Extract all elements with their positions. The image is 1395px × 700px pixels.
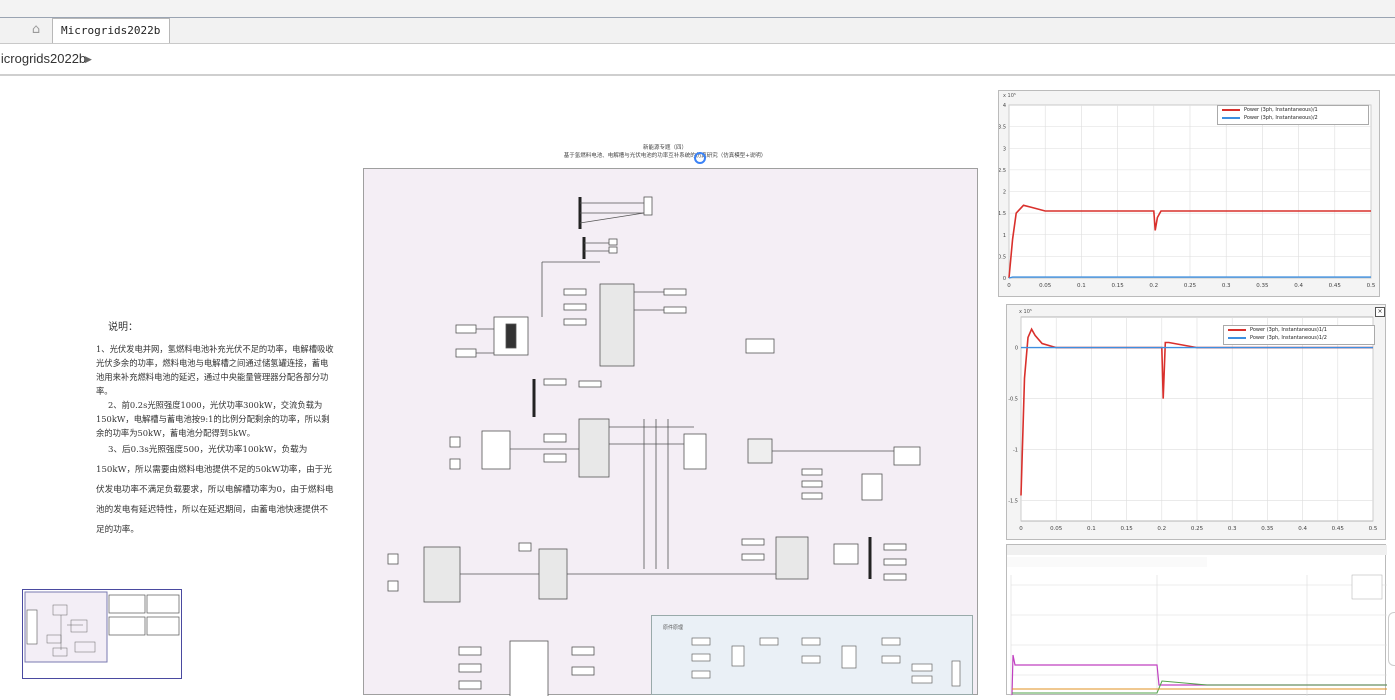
breadcrumb-arrow-icon[interactable]: ▶	[85, 44, 92, 74]
plot1-y-tick-label: 0.5	[999, 254, 1006, 260]
plot2-legend: Power (3ph, Instantaneous)1/1 Power (3ph…	[1223, 325, 1375, 345]
description-paragraph-2: 2、前0.2s光照强度1000，光伏功率300kW，交流负载为150kW，电解槽…	[96, 400, 330, 438]
plot2-y-tick-label: -1	[1013, 448, 1018, 454]
plot1-x-tick-label: 0.3	[1222, 283, 1231, 289]
plot1-y-tick-label: 0	[1003, 276, 1006, 282]
plot1-y-tick-label: 2.5	[999, 168, 1006, 174]
side-scroll-handle[interactable]	[1388, 612, 1395, 666]
subsystem-diagram	[691, 637, 961, 687]
plot2-exponent: x 10⁵	[1019, 309, 1032, 315]
description-text: 1、光伏发电并网，氢燃料电池补充光伏不足的功率，电解槽吸收光伏多余的功率，燃料电…	[96, 342, 336, 540]
plot2-legend-label-1: Power (3ph, Instantaneous)1/1	[1250, 327, 1327, 333]
plot2-x-tick-label: 0.05	[1050, 526, 1063, 532]
plot2-legend-line-2	[1228, 336, 1246, 339]
plot2-x-tick-label: 0	[1019, 526, 1023, 532]
plot1-legend-line-1	[1222, 108, 1240, 111]
cursor-highlight-icon	[694, 152, 706, 164]
scope-plot-1[interactable]: 0 0.05 0.1 0.15 0.2 0.25 0.3 0.35 0.4 0.45 0.5 4 3.5…	[998, 90, 1380, 297]
plot1-exponent: x 10⁵	[1003, 93, 1016, 99]
subsystem-title: 原件原理	[663, 625, 684, 631]
description-paragraph-3: 3、后0.3s光照强度500，光伏功率100kW，负载为150kW，所以需要由燃…	[96, 445, 334, 535]
plot1-x-tick-label: 0.35	[1256, 283, 1269, 289]
description-title: 说明：	[108, 322, 138, 333]
subsystem-panel[interactable]	[651, 615, 973, 695]
plot2-legend-entry-2: Power (3ph, Instantaneous)1/2	[1224, 334, 1374, 342]
plot1-x-tick-label: 0.2	[1149, 283, 1158, 289]
plot1-x-tick-label: 0.4	[1294, 283, 1303, 289]
plot1-y-tick-label: 1	[1003, 233, 1006, 239]
plot2-x-tick-label: 0.3	[1228, 526, 1237, 532]
model-thumbnail[interactable]	[22, 589, 182, 679]
plot1-x-tick-label: 0.25	[1184, 283, 1197, 289]
plot2-x-tick-label: 0.15	[1120, 526, 1133, 532]
plot1-y-tick-label: 2	[1003, 190, 1006, 196]
plot1-x-tick-label: 0.05	[1039, 283, 1052, 289]
model-title-line-2: 基于氢燃料电池、电解槽与光伏电池的功率互补系统的仿真研究（仿真模型+说明）	[563, 153, 767, 159]
plot1-y-tick-label: 1.5	[999, 211, 1006, 217]
scope-plot-2[interactable]: 0 0.05 0.1 0.15 0.2 0.25 0.3 0.35 0.4 0.45 0.5 0 -0.…	[1006, 304, 1386, 540]
breadcrumb: licrogrids2022b ▶	[0, 44, 1395, 76]
plot2-x-tick-label: 0.4	[1298, 526, 1307, 532]
description-paragraph-1: 1、光伏发电并网，氢燃料电池补充光伏不足的功率，电解槽吸收光伏多余的功率，燃料电…	[96, 344, 334, 396]
thumbnail-diagram	[24, 591, 180, 663]
plot1-legend-line-2	[1222, 116, 1240, 119]
plot2-x-tick-label: 0.5	[1369, 526, 1378, 532]
plot1-y-tick-label: 3	[1003, 146, 1006, 152]
plot2-legend-line-1	[1228, 328, 1246, 331]
scope-plot-3-svg	[1007, 545, 1387, 696]
plot2-close-icon[interactable]: ×	[1375, 307, 1385, 317]
tab-bar: ⌂ Microgrids2022b	[0, 18, 1395, 44]
plot2-x-tick-label: 0.25	[1191, 526, 1204, 532]
plot1-legend-label-1: Power (3ph, Instantaneous)/1	[1244, 107, 1318, 113]
scope-plot-3[interactable]	[1006, 544, 1387, 696]
plot1-x-tick-label: 0.45	[1329, 283, 1342, 289]
plot1-x-tick-label: 0	[1007, 283, 1011, 289]
plot2-x-tick-label: 0.2	[1157, 526, 1166, 532]
plot1-legend-entry-2: Power (3ph, Instantaneous)/2	[1218, 114, 1368, 122]
plot2-legend-entry-1: Power (3ph, Instantaneous)1/1	[1224, 326, 1374, 334]
model-title: 新能源专题（四） 基于氢燃料电池、电解槽与光伏电池的功率互补系统的仿真研究（仿真…	[480, 144, 850, 160]
home-icon[interactable]: ⌂	[28, 22, 44, 38]
breadcrumb-model-link[interactable]: licrogrids2022b	[0, 44, 86, 74]
plot1-y-tick-label: 4	[1003, 103, 1006, 109]
plot2-legend-label-2: Power (3ph, Instantaneous)1/2	[1250, 335, 1327, 341]
plot1-x-tick-label: 0.15	[1111, 283, 1124, 289]
plot1-y-tick-label: 3.5	[999, 125, 1006, 131]
plot2-y-tick-label: -1.5	[1008, 499, 1018, 505]
plot2-y-tick-label: -0.5	[1008, 397, 1018, 403]
plot1-x-tick-label: 0.5	[1367, 283, 1376, 289]
plot2-y-tick-label: 0	[1015, 346, 1018, 352]
tab-microgrids[interactable]: Microgrids2022b	[52, 18, 170, 43]
model-title-line-1: 新能源专题（四）	[642, 145, 687, 151]
plot1-legend-label-2: Power (3ph, Instantaneous)/2	[1244, 115, 1318, 121]
plot1-x-tick-label: 0.1	[1077, 283, 1086, 289]
plot1-legend-entry-1: Power (3ph, Instantaneous)/1	[1218, 106, 1368, 114]
plot1-legend: Power (3ph, Instantaneous)/1 Power (3ph,…	[1217, 105, 1369, 125]
window-top-strip	[0, 0, 1395, 18]
plot2-x-tick-label: 0.35	[1261, 526, 1274, 532]
plot2-x-tick-label: 0.1	[1087, 526, 1096, 532]
plot2-x-tick-label: 0.45	[1332, 526, 1345, 532]
